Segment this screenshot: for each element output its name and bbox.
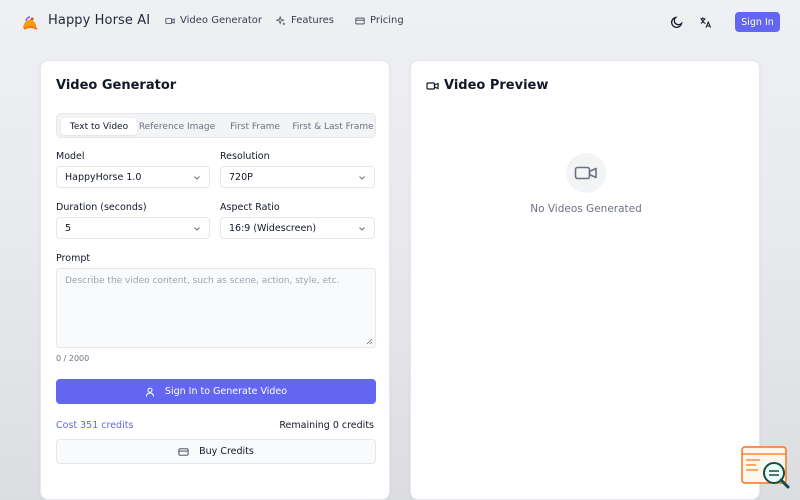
remaining-credits: Remaining 0 credits <box>279 420 374 431</box>
credit-card-icon <box>355 17 365 24</box>
empty-state-text: No Videos Generated <box>530 203 642 215</box>
video-icon <box>165 17 175 24</box>
resolution-label: Resolution <box>220 151 270 162</box>
chevron-down-icon <box>359 176 365 180</box>
model-select[interactable]: HappyHorse 1.0 <box>56 166 210 188</box>
buy-credits-label: Buy Credits <box>199 446 254 457</box>
tab-first-last-frame[interactable]: First & Last Frame <box>290 118 376 135</box>
video-camera-icon <box>574 166 597 180</box>
cost-credits: Cost 351 credits <box>56 420 134 431</box>
aspect-ratio-label: Aspect Ratio <box>220 202 280 213</box>
generator-title: Video Generator <box>56 78 177 93</box>
empty-state-icon-wrap <box>566 153 606 193</box>
nav-video-generator[interactable]: Video Generator <box>165 15 262 26</box>
resize-handle-icon[interactable] <box>366 338 373 345</box>
nav-video-generator-label: Video Generator <box>180 15 262 26</box>
video-generator-panel: Video Generator Text to Video Reference … <box>40 60 390 500</box>
generate-video-button[interactable]: Sign In to Generate Video <box>56 379 376 404</box>
prompt-label: Prompt <box>56 253 91 264</box>
tab-first-frame[interactable]: First Frame <box>222 118 288 135</box>
top-navbar: Happy Horse AI Video Generator Features … <box>0 0 800 44</box>
duration-label: Duration (seconds) <box>56 202 147 213</box>
resolution-value: 720P <box>229 171 253 183</box>
translate-icon <box>699 16 711 28</box>
nav-pricing[interactable]: Pricing <box>355 15 404 26</box>
mode-tabs: Text to Video Reference Image First Fram… <box>56 113 376 138</box>
aspect-ratio-select[interactable]: 16:9 (Widescreen) <box>220 217 375 239</box>
chevron-down-icon <box>194 227 200 231</box>
chevron-down-icon <box>359 227 365 231</box>
video-icon <box>426 81 439 90</box>
prompt-input[interactable]: Describe the video content, such as scen… <box>56 268 376 348</box>
preview-title-text: Video Preview <box>444 78 549 93</box>
theme-toggle-button[interactable] <box>669 14 685 30</box>
prompt-placeholder: Describe the video content, such as scen… <box>65 276 340 286</box>
feedback-widget-icon[interactable] <box>740 445 792 490</box>
tab-reference-image[interactable]: Reference Image <box>137 118 217 135</box>
duration-value: 5 <box>65 222 72 234</box>
model-label: Model <box>56 151 85 162</box>
preview-title: Video Preview <box>426 78 548 93</box>
nav-features[interactable]: Features <box>276 15 334 26</box>
aspect-ratio-value: 16:9 (Widescreen) <box>229 222 317 234</box>
generate-video-label: Sign In to Generate Video <box>164 386 288 397</box>
sparkles-icon <box>276 15 286 26</box>
chevron-down-icon <box>194 176 200 180</box>
video-preview-panel: Video Preview No Videos Generated <box>410 60 760 500</box>
horse-logo-icon[interactable] <box>20 12 40 32</box>
brand-name[interactable]: Happy Horse AI <box>48 13 150 28</box>
tab-text-to-video[interactable]: Text to Video <box>61 118 137 135</box>
prompt-char-counter: 0 / 2000 <box>56 354 90 363</box>
sign-in-button[interactable]: Sign In <box>735 12 780 32</box>
model-value: HappyHorse 1.0 <box>65 171 142 183</box>
duration-select[interactable]: 5 <box>56 217 210 239</box>
user-icon <box>145 387 154 397</box>
nav-features-label: Features <box>291 15 334 26</box>
language-button[interactable] <box>697 14 713 30</box>
nav-pricing-label: Pricing <box>370 15 404 26</box>
resolution-select[interactable]: 720P <box>220 166 375 188</box>
credit-card-icon <box>178 447 189 456</box>
buy-credits-button[interactable]: Buy Credits <box>56 439 376 464</box>
moon-icon <box>670 16 683 29</box>
